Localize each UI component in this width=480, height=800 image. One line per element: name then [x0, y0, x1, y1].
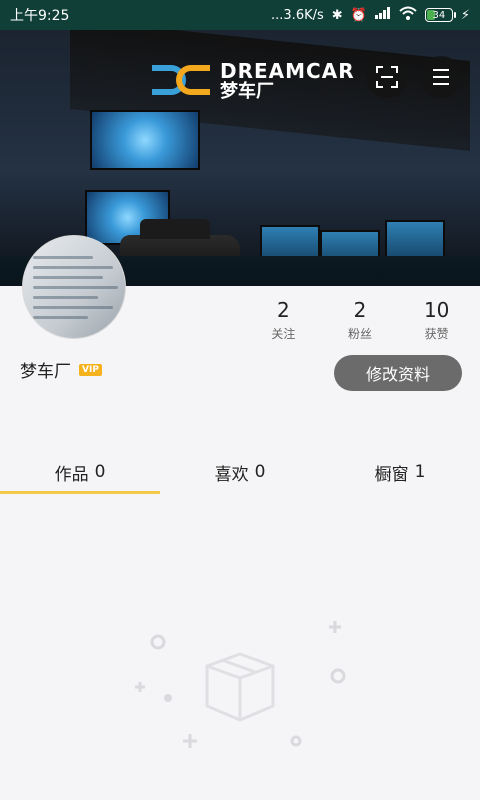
profile-username: 梦车厂 VIP: [20, 357, 102, 382]
stat-value: 10: [423, 298, 450, 322]
tab-showcase[interactable]: 橱窗 1: [320, 450, 480, 494]
battery-icon: 34: [424, 8, 456, 22]
tab-works[interactable]: 作品 0: [0, 450, 160, 494]
logo-text: DREAMCAR 梦车厂: [220, 59, 355, 102]
stat-following[interactable]: 2 关注: [245, 298, 322, 342]
signal-icon: [374, 7, 391, 23]
avatar[interactable]: [22, 235, 126, 339]
username-text: 梦车厂: [20, 362, 71, 382]
network-speed: ...3.6K/s: [271, 7, 324, 23]
bluetooth-icon: ✱: [331, 7, 343, 23]
tab-label: 作品: [54, 464, 89, 485]
wifi-icon: [399, 6, 417, 24]
banner-screen-1: [90, 110, 200, 170]
stat-likes[interactable]: 10 获赞: [398, 298, 475, 342]
stat-value: 2: [276, 298, 290, 322]
tab-label: 喜欢: [214, 464, 249, 485]
alarm-icon: ⏰: [350, 7, 367, 23]
profile-stats: 2 关注 2 粉丝 10 获赞: [245, 298, 475, 342]
tab-likes[interactable]: 喜欢 0: [160, 450, 320, 494]
stat-label: 获赞: [424, 327, 449, 341]
stat-label: 粉丝: [348, 327, 373, 341]
empty-state: [0, 494, 480, 800]
box-icon: [205, 652, 275, 722]
status-bar: 上午9:25 ...3.6K/s ✱ ⏰ 34 ⚡: [0, 0, 480, 30]
stat-followers[interactable]: 2 粉丝: [322, 298, 399, 342]
tab-count: 1: [414, 462, 426, 482]
brand-logo: DREAMCAR 梦车厂: [152, 60, 355, 102]
tab-count: 0: [254, 462, 266, 482]
stat-value: 2: [353, 298, 367, 322]
tab-label: 橱窗: [374, 464, 409, 485]
empty-box-illustration: [135, 621, 346, 748]
battery-level: 34: [432, 9, 446, 21]
scan-button[interactable]: [366, 56, 408, 98]
tab-count: 0: [94, 462, 106, 482]
menu-button[interactable]: [420, 56, 462, 98]
status-time: 上午9:25: [10, 8, 70, 24]
vip-badge: VIP: [79, 363, 102, 376]
menu-icon: [433, 69, 449, 85]
edit-profile-button[interactable]: 修改资料: [334, 355, 462, 391]
stat-label: 关注: [271, 327, 296, 341]
content-tabs: 作品 0 喜欢 0 橱窗 1: [0, 450, 480, 494]
status-icons: ...3.6K/s ✱ ⏰ 34 ⚡: [271, 6, 470, 24]
charging-icon: ⚡: [460, 7, 470, 23]
scan-icon: [376, 66, 398, 88]
logo-mark: [152, 61, 212, 101]
